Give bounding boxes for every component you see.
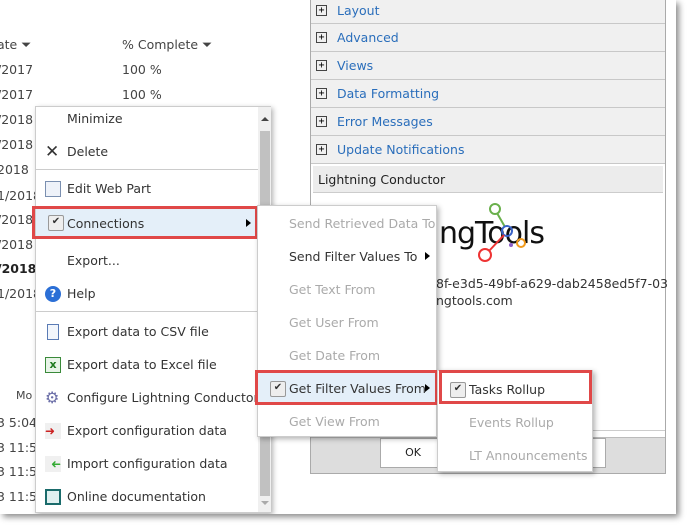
menu-item-delete[interactable]: ✕ Delete — [36, 135, 258, 168]
section-label[interactable]: Error Messages — [337, 114, 433, 129]
section-layout[interactable]: + Layout — [311, 0, 665, 24]
complete-cell: 100 % — [122, 87, 162, 102]
date-cell: /2018 — [0, 137, 34, 152]
submenu-arrow-icon — [425, 252, 430, 260]
highlight-connections — [32, 206, 258, 239]
date-cell: /2017 — [0, 87, 34, 102]
submenu-item-get-date[interactable]: Get Date From — [258, 339, 436, 372]
expand-icon[interactable]: + — [316, 60, 327, 71]
complete-cell: 100 % — [122, 62, 162, 77]
section-label[interactable]: Views — [337, 58, 373, 73]
submenu-item-get-view[interactable]: Get View From — [258, 405, 436, 438]
highlight-tasks-rollup — [439, 370, 592, 404]
book-icon — [45, 488, 61, 505]
section-label[interactable]: Data Formatting — [337, 86, 439, 101]
menu-item-minimize[interactable]: Minimize — [36, 102, 258, 135]
help-icon: ? — [45, 285, 61, 302]
date-cell: 2018 — [0, 162, 29, 177]
document-icon — [47, 323, 59, 340]
menu-item-configure[interactable]: ⚙ Configure Lightning Conductor — [36, 381, 259, 414]
date-cell: /2018 — [0, 261, 37, 276]
submenu-item-get-text[interactable]: Get Text From — [258, 273, 436, 306]
export-icon: ➜ — [45, 422, 61, 439]
menu-item-export-excel[interactable]: x Export data to Excel file — [36, 348, 258, 381]
website-link[interactable]: ngtools.com — [436, 293, 513, 308]
date-cell: /2018 — [0, 237, 34, 252]
submenu-item-events-rollup[interactable]: Events Rollup — [438, 406, 592, 439]
submenu-item-send-retrieved[interactable]: Send Retrieved Data To — [258, 207, 436, 240]
logo-network-icon — [478, 203, 526, 262]
section-views[interactable]: + Views — [311, 52, 665, 80]
import-icon: ➜ — [45, 455, 61, 472]
column-header-date[interactable]: ate ⏷ — [0, 37, 31, 53]
section-error-messages[interactable]: + Error Messages — [311, 108, 665, 136]
lightning-conductor-header: Lightning Conductor — [313, 166, 663, 193]
section-data-formatting[interactable]: + Data Formatting — [311, 80, 665, 108]
web-part-menu: Minimize ✕ Delete Edit Web Part ✔ Connecti… — [35, 106, 271, 513]
section-label[interactable]: Layout — [337, 3, 380, 18]
section-update-notifications[interactable]: + Update Notifications — [311, 136, 665, 164]
page: ate ⏷ % Complete ⏷ /2017 /2017 100 % 100… — [0, 0, 676, 514]
section-label[interactable]: Advanced — [337, 30, 399, 45]
menu-item-export-config[interactable]: ➜ Export configuration data — [36, 414, 258, 447]
edit-icon — [45, 180, 61, 197]
expand-icon[interactable]: + — [316, 144, 327, 155]
date-cell: /2018 — [0, 112, 34, 127]
expand-icon[interactable]: + — [316, 88, 327, 99]
expand-icon[interactable]: + — [316, 5, 327, 16]
column-header-complete[interactable]: % Complete ⏷ — [122, 37, 212, 53]
menu-item-export[interactable]: Export... — [36, 244, 258, 277]
product-id-text: 8f-e3d5-49bf-a629-dab2458ed5f7-03 — [436, 276, 669, 291]
highlight-get-filter-values — [255, 370, 438, 405]
menu-item-import-config[interactable]: ➜ Import configuration data — [36, 447, 258, 480]
menu-item-edit-web-part[interactable]: Edit Web Part — [36, 172, 258, 205]
gear-icon: ⚙ — [45, 387, 60, 407]
expand-icon[interactable]: + — [316, 116, 327, 127]
scroll-down-icon[interactable] — [261, 501, 269, 505]
section-advanced[interactable]: + Advanced — [311, 24, 665, 52]
submenu-item-send-filter[interactable]: Send Filter Values To — [258, 240, 436, 273]
submenu-item-get-user[interactable]: Get User From — [258, 306, 436, 339]
menu-item-help[interactable]: ? Help — [36, 277, 258, 310]
excel-icon: x — [45, 356, 61, 373]
scroll-up-icon[interactable] — [261, 117, 269, 121]
expand-icon[interactable]: + — [316, 32, 327, 43]
submenu-item-lt-announcements[interactable]: LT Announcements — [438, 439, 592, 472]
filter-icon[interactable]: ⏷ — [202, 37, 212, 52]
column-header-modified[interactable]: Mo — [16, 389, 32, 402]
menu-separator — [36, 311, 258, 312]
menu-item-export-csv[interactable]: Export data to CSV file — [36, 315, 258, 348]
section-label[interactable]: Update Notifications — [337, 142, 464, 157]
menu-separator — [36, 169, 258, 170]
close-icon: ✕ — [45, 141, 60, 162]
filter-icon[interactable]: ⏷ — [21, 37, 31, 52]
date-cell: /2017 — [0, 62, 34, 77]
date-cell: /2018 — [0, 212, 34, 227]
menu-item-online-docs[interactable]: Online documentation — [36, 480, 258, 513]
